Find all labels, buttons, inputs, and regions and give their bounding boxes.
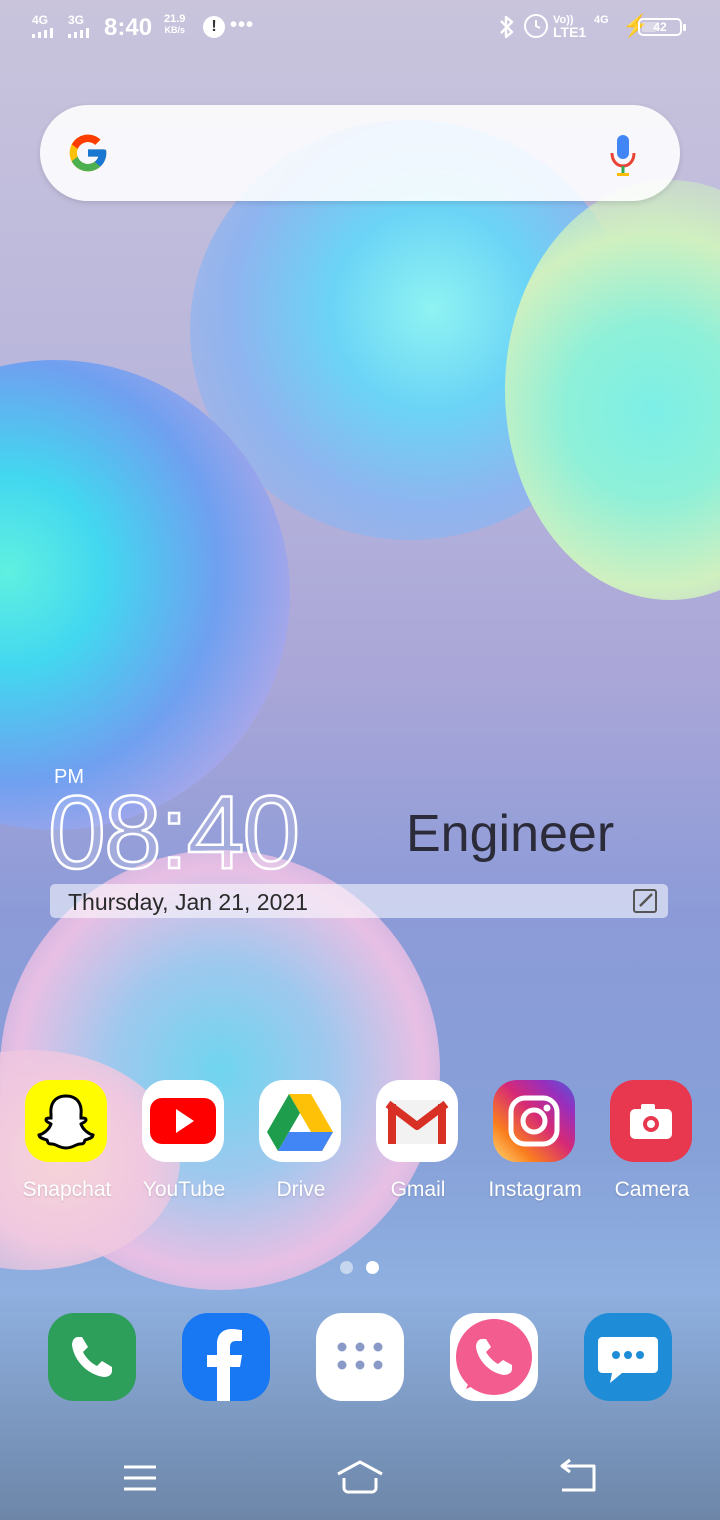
app-drawer-icon[interactable] [316, 1313, 404, 1401]
menu-icon[interactable] [110, 1452, 170, 1502]
app-gmail[interactable]: Gmail [358, 1080, 478, 1220]
app-snapchat[interactable]: Snapchat [7, 1080, 127, 1220]
home-icon[interactable] [330, 1452, 390, 1502]
clock-date: Thursday, Jan 21, 2021 [68, 889, 308, 915]
camera-icon[interactable] [610, 1080, 692, 1162]
messages-icon[interactable] [584, 1313, 672, 1401]
sim2-signal-icon [68, 28, 89, 38]
phone-icon[interactable] [48, 1313, 136, 1401]
facebook-icon[interactable] [182, 1313, 270, 1401]
google-logo-icon [69, 134, 107, 172]
back-icon[interactable] [550, 1452, 610, 1502]
network-speed: 21.9 KB/s [164, 14, 185, 36]
youtube-icon[interactable] [142, 1080, 224, 1162]
instagram-icon[interactable] [493, 1080, 575, 1162]
alarm-icon [524, 14, 548, 38]
sim1-signal-icon [32, 28, 53, 38]
clock-weather-widget[interactable]: PM 08:40 Engineer Thursday, Jan 21, 2021 [47, 766, 670, 926]
network-speed-unit: KB/s [164, 25, 185, 35]
sim1-network-type: 4G [32, 13, 49, 27]
instagram-camera-icon [508, 1095, 560, 1147]
page-dot-active[interactable] [366, 1261, 379, 1274]
navigation-bar [0, 1440, 720, 1520]
battery-nub [683, 24, 686, 31]
camera-body-icon [630, 1104, 672, 1139]
app-label: Camera [614, 1178, 690, 1201]
sim2-network-type: 3G [68, 13, 85, 27]
volte-indicator: Vo)) LTE1 [553, 14, 587, 40]
drive-triangle-icon [267, 1094, 333, 1151]
pink-phone-bubble-icon [456, 1319, 532, 1395]
phone-handset-icon [72, 1337, 112, 1377]
battery-icon: 42 [638, 18, 686, 36]
battery-level: 42 [653, 20, 667, 34]
page-indicator[interactable] [336, 1261, 384, 1275]
lte-label: LTE1 [553, 24, 587, 40]
mic-icon[interactable] [608, 133, 638, 177]
status-bar[interactable]: 4G 3G 8:40 21.9 KB/s ! ••• Vo)) LTE1 4G … [0, 0, 720, 56]
youtube-play-icon [150, 1098, 216, 1144]
app-drawer-grid-icon [337, 1342, 383, 1370]
app-youtube[interactable]: YouTube [124, 1080, 244, 1220]
google-search-bar[interactable] [40, 105, 680, 201]
messages-bubble-icon [598, 1337, 658, 1383]
wallpaper [0, 0, 720, 1520]
edit-icon[interactable] [632, 888, 658, 914]
gmail-envelope-icon [385, 1100, 449, 1144]
more-notifications-icon: ••• [230, 14, 255, 36]
dock [0, 1313, 720, 1403]
bluetooth-icon [498, 14, 516, 46]
clock-time[interactable]: 08:40 [47, 774, 302, 893]
status-time: 8:40 [104, 14, 153, 41]
snapchat-ghost-icon [37, 1094, 95, 1150]
alert-icon: ! [203, 16, 225, 38]
app-drive[interactable]: Drive [241, 1080, 361, 1220]
date-bar[interactable]: Thursday, Jan 21, 2021 [50, 884, 668, 918]
weather-text[interactable]: Engineer [406, 804, 614, 864]
gmail-icon[interactable] [376, 1080, 458, 1162]
app-instagram[interactable]: Instagram [475, 1080, 595, 1220]
network-speed-value: 21.9 [164, 13, 186, 25]
home-apps-row: Snapchat YouTube Drive Gmail Instagram C… [0, 1080, 720, 1220]
snapchat-icon[interactable] [25, 1080, 107, 1162]
app-camera[interactable]: Camera [592, 1080, 712, 1220]
page-dot[interactable] [340, 1261, 353, 1274]
pink-phone-icon[interactable] [450, 1313, 538, 1401]
facebook-f-icon [207, 1329, 242, 1401]
drive-icon[interactable] [259, 1080, 341, 1162]
data-network-icon: 4G [594, 14, 609, 26]
